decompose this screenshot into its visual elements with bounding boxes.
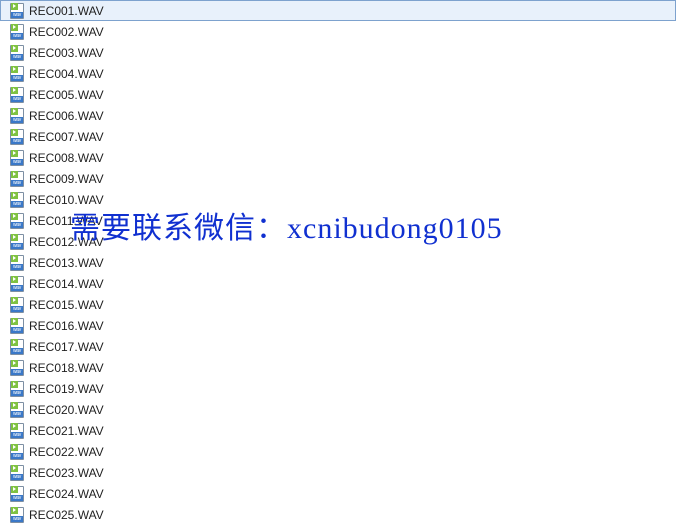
wav-file-icon: wav: [10, 465, 24, 481]
wav-file-icon: wav: [10, 24, 24, 40]
file-name: REC023.WAV: [29, 467, 104, 479]
file-row[interactable]: wav REC019.WAV: [0, 378, 676, 399]
file-row[interactable]: wav REC018.WAV: [0, 357, 676, 378]
wav-file-icon: wav: [10, 213, 24, 229]
wav-file-icon: wav: [10, 381, 24, 397]
file-name: REC025.WAV: [29, 509, 104, 521]
file-name: REC016.WAV: [29, 320, 104, 332]
file-row[interactable]: wav REC022.WAV: [0, 441, 676, 462]
wav-file-icon: wav: [10, 3, 24, 19]
wav-file-icon: wav: [10, 402, 24, 418]
file-row[interactable]: wav REC010.WAV: [0, 189, 676, 210]
file-row[interactable]: wav REC013.WAV: [0, 252, 676, 273]
wav-file-icon: wav: [10, 276, 24, 292]
wav-file-icon: wav: [10, 507, 24, 523]
file-name: REC015.WAV: [29, 299, 104, 311]
file-row[interactable]: wav REC016.WAV: [0, 315, 676, 336]
file-row[interactable]: wav REC001.WAV: [0, 0, 676, 21]
file-name: REC024.WAV: [29, 488, 104, 500]
wav-file-icon: wav: [10, 150, 24, 166]
file-name: REC011.WAV: [29, 215, 103, 227]
wav-file-icon: wav: [10, 255, 24, 271]
wav-file-icon: wav: [10, 423, 24, 439]
file-row[interactable]: wav REC021.WAV: [0, 420, 676, 441]
file-row[interactable]: wav REC023.WAV: [0, 462, 676, 483]
file-row[interactable]: wav REC011.WAV: [0, 210, 676, 231]
wav-file-icon: wav: [10, 339, 24, 355]
file-name: REC012.WAV: [29, 236, 104, 248]
file-row[interactable]: wav REC009.WAV: [0, 168, 676, 189]
file-row[interactable]: wav REC015.WAV: [0, 294, 676, 315]
file-name: REC009.WAV: [29, 173, 104, 185]
file-name: REC018.WAV: [29, 362, 104, 374]
file-name: REC010.WAV: [29, 194, 104, 206]
wav-file-icon: wav: [10, 444, 24, 460]
file-name: REC019.WAV: [29, 383, 104, 395]
wav-file-icon: wav: [10, 360, 24, 376]
file-name: REC007.WAV: [29, 131, 104, 143]
wav-file-icon: wav: [10, 129, 24, 145]
wav-file-icon: wav: [10, 66, 24, 82]
file-name: REC020.WAV: [29, 404, 104, 416]
file-row[interactable]: wav REC008.WAV: [0, 147, 676, 168]
file-row[interactable]: wav REC005.WAV: [0, 84, 676, 105]
file-name: REC014.WAV: [29, 278, 104, 290]
file-row[interactable]: wav REC006.WAV: [0, 105, 676, 126]
wav-file-icon: wav: [10, 108, 24, 124]
wav-file-icon: wav: [10, 318, 24, 334]
file-name: REC017.WAV: [29, 341, 104, 353]
file-row[interactable]: wav REC004.WAV: [0, 63, 676, 84]
file-name: REC006.WAV: [29, 110, 104, 122]
wav-file-icon: wav: [10, 171, 24, 187]
file-row[interactable]: wav REC007.WAV: [0, 126, 676, 147]
file-name: REC001.WAV: [29, 5, 104, 17]
file-row[interactable]: wav REC017.WAV: [0, 336, 676, 357]
file-row[interactable]: wav REC002.WAV: [0, 21, 676, 42]
file-name: REC004.WAV: [29, 68, 104, 80]
wav-file-icon: wav: [10, 45, 24, 61]
file-name: REC002.WAV: [29, 26, 104, 38]
wav-file-icon: wav: [10, 297, 24, 313]
file-name: REC005.WAV: [29, 89, 104, 101]
file-row[interactable]: wav REC014.WAV: [0, 273, 676, 294]
wav-file-icon: wav: [10, 486, 24, 502]
file-row[interactable]: wav REC025.WAV: [0, 504, 676, 525]
file-name: REC008.WAV: [29, 152, 104, 164]
file-name: REC013.WAV: [29, 257, 104, 269]
file-row[interactable]: wav REC012.WAV: [0, 231, 676, 252]
file-name: REC003.WAV: [29, 47, 104, 59]
file-list[interactable]: wavREC001.WAVwavREC002.WAVwavREC003.WAVw…: [0, 0, 676, 525]
wav-file-icon: wav: [10, 87, 24, 103]
wav-file-icon: wav: [10, 234, 24, 250]
file-row[interactable]: wav REC024.WAV: [0, 483, 676, 504]
file-list-pane: { "selected_index": 0, "icon_label": "wa…: [0, 0, 676, 527]
file-row[interactable]: wav REC020.WAV: [0, 399, 676, 420]
file-row[interactable]: wav REC003.WAV: [0, 42, 676, 63]
file-name: REC022.WAV: [29, 446, 104, 458]
wav-file-icon: wav: [10, 192, 24, 208]
file-name: REC021.WAV: [29, 425, 104, 437]
